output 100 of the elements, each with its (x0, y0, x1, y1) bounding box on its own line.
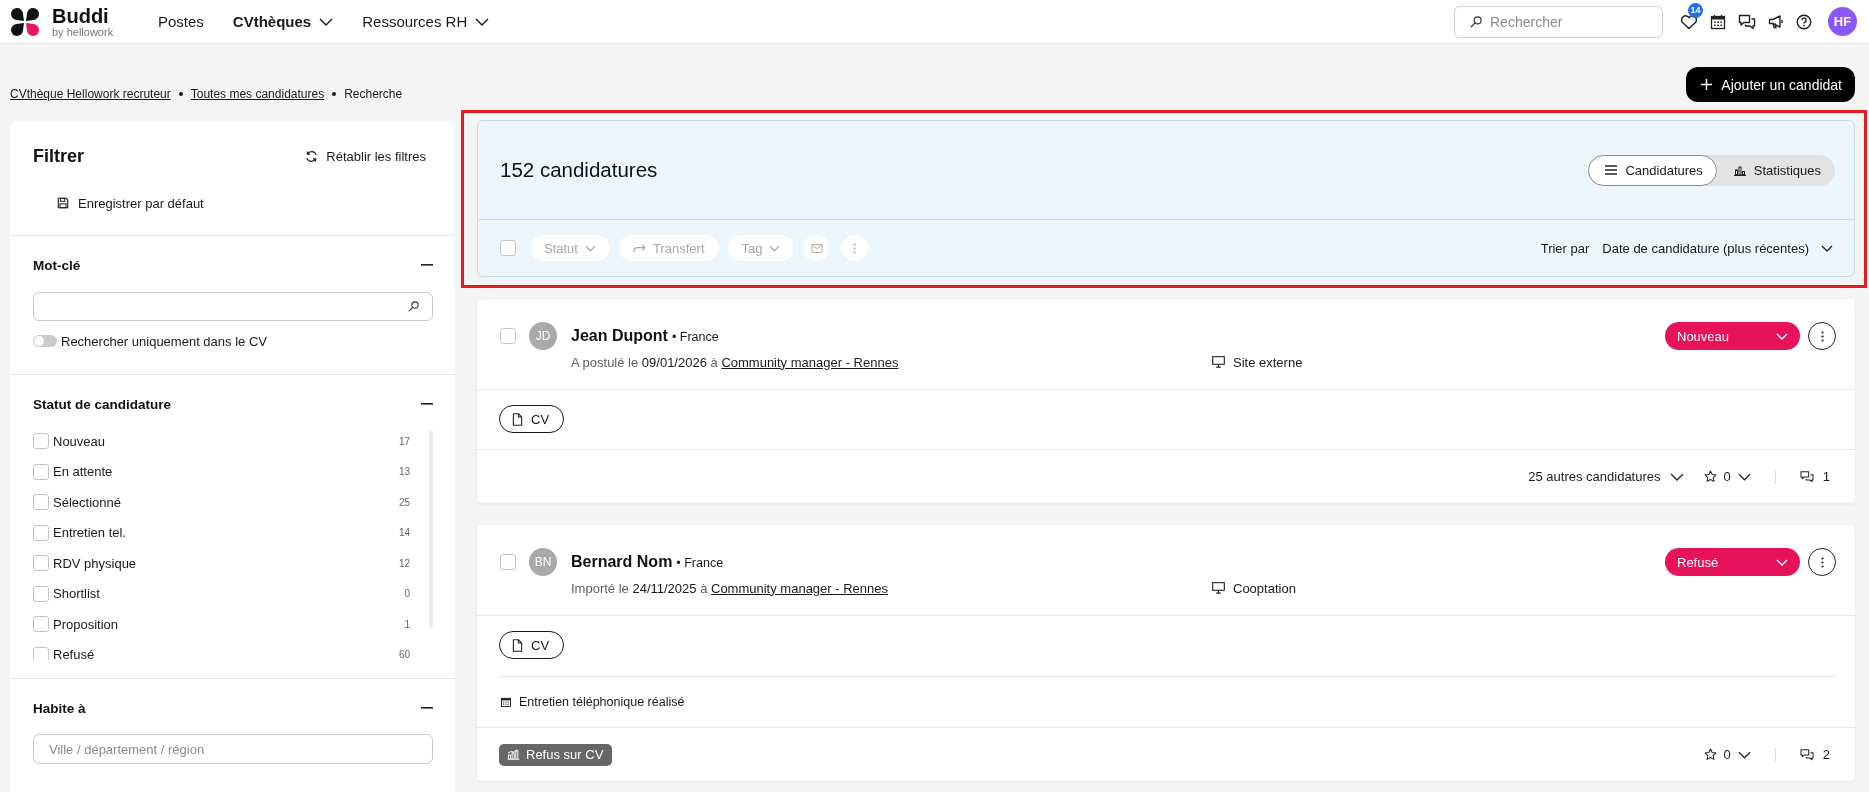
option-label[interactable]: Sélectionné (53, 494, 121, 510)
comments-button[interactable]: 1 (1799, 469, 1830, 484)
toggle-label: Rechercher uniquement dans le CV (61, 333, 267, 349)
checkbox[interactable] (33, 494, 49, 511)
chevron-down-icon (1669, 472, 1684, 481)
checkbox[interactable] (33, 616, 49, 633)
breadcrumb-link[interactable]: CVthèque Hellowork recruteur (10, 87, 171, 101)
option-label[interactable]: Refusé (53, 647, 95, 660)
comments-button[interactable]: 2 (1799, 747, 1830, 762)
monitor-icon (1212, 356, 1225, 368)
heart-icon[interactable] (1680, 13, 1698, 30)
minus-icon[interactable] (421, 403, 433, 405)
option-count: 13 (398, 466, 410, 478)
option-label[interactable]: Nouveau (53, 433, 106, 449)
option-count: 1 (404, 618, 410, 630)
view-tab[interactable]: Statistiques (1716, 154, 1835, 186)
filter-title: Filtrer (33, 145, 84, 167)
mail-icon (810, 243, 823, 253)
document-button[interactable]: CV (499, 405, 565, 433)
minus-icon[interactable] (421, 264, 433, 266)
help-icon[interactable] (1796, 13, 1812, 30)
chat-icon[interactable] (1738, 13, 1756, 30)
keyword-search-field[interactable] (33, 292, 433, 321)
star-icon (1703, 470, 1717, 483)
nav-menu-item[interactable]: CVthèques (232, 13, 334, 30)
chevron-down-icon (1776, 332, 1788, 340)
user-avatar[interactable]: HF (1828, 7, 1857, 36)
toggle-switch[interactable] (33, 335, 57, 347)
separator-dot-icon (332, 92, 337, 96)
chart-icon (507, 749, 520, 760)
chevron-down-icon (1776, 558, 1788, 566)
checkbox[interactable] (500, 328, 516, 344)
chevron-down-icon (1821, 244, 1833, 252)
candidate-avatar: JD (529, 322, 557, 350)
checkbox[interactable] (33, 555, 49, 572)
breadcrumb-current: Recherche (344, 87, 403, 101)
logo-wordmark: Buddi (52, 5, 110, 26)
select-all-checkbox[interactable] (500, 240, 516, 256)
nav-menu-item[interactable]: Postes (158, 13, 204, 30)
checkbox[interactable] (500, 554, 516, 570)
candidate-location: • France (671, 330, 719, 344)
section-title: Mot-clé (33, 257, 81, 273)
option-label[interactable]: Entretien tel. (53, 525, 126, 541)
option-count: 12 (398, 557, 410, 569)
star-icon (1703, 748, 1717, 761)
candidate-name[interactable]: Jean Dupont (571, 327, 668, 345)
chevron-down-icon (1737, 472, 1751, 481)
checkbox[interactable] (33, 646, 49, 660)
status-dropdown[interactable]: Refusé (1665, 548, 1800, 576)
document-icon (512, 638, 523, 652)
option-count: 17 (398, 435, 410, 447)
results-count: 152 candidatures (500, 158, 658, 182)
document-button[interactable]: CV (499, 631, 565, 659)
checkbox[interactable] (33, 585, 49, 602)
checkbox[interactable] (33, 433, 49, 450)
search-field[interactable]: Rechercher (1454, 5, 1663, 38)
source-label: Site externe (1233, 354, 1303, 370)
breadcrumb-link[interactable]: Toutes mes candidatures (190, 87, 325, 101)
chat-icon (1799, 470, 1814, 483)
tag-text: Refus sur CV (526, 747, 604, 762)
logo-icon[interactable] (10, 6, 40, 37)
more-vertical-icon (853, 242, 857, 254)
view-tab[interactable]: Candidatures (1588, 154, 1717, 186)
job-link[interactable]: Community manager - Rennes (721, 354, 899, 370)
arrow-right-icon (632, 243, 646, 253)
megaphone-icon[interactable] (1768, 13, 1784, 30)
sort-dropdown[interactable]: Date de candidature (plus récentes) (1602, 240, 1833, 256)
nav-menu-item[interactable]: Ressources RH (362, 13, 490, 30)
chevron-down-icon (1737, 750, 1751, 759)
reset-filters-button[interactable]: Rétablir les filtres (305, 148, 426, 164)
rating-dropdown[interactable]: 0 (1703, 747, 1751, 762)
other-applications-toggle[interactable]: 25 autres candidatures (1528, 469, 1684, 484)
candidate-name[interactable]: Bernard Nom (571, 553, 673, 571)
option-label[interactable]: En attente (53, 464, 113, 480)
save-default-button[interactable]: Enregistrer par défaut (57, 194, 204, 212)
chevron-down-icon (769, 244, 781, 252)
calendar-icon (501, 697, 511, 707)
add-candidate-button[interactable]: Ajouter un candidat (1686, 67, 1855, 102)
source-label: Cooptation (1233, 580, 1296, 596)
option-count: 0 (404, 588, 410, 600)
chat-icon (1799, 748, 1814, 761)
option-label[interactable]: Shortlist (53, 586, 100, 602)
list-icon (1605, 165, 1618, 175)
rating-dropdown[interactable]: 0 (1703, 469, 1751, 484)
document-icon (512, 412, 523, 426)
more-vertical-icon (1820, 330, 1824, 342)
job-link[interactable]: Community manager - Rennes (711, 580, 889, 596)
checkbox[interactable] (33, 463, 49, 480)
status-dropdown[interactable]: Nouveau (1665, 322, 1800, 350)
checkbox[interactable] (33, 524, 49, 541)
option-label[interactable]: Proposition (53, 616, 119, 632)
minus-icon[interactable] (421, 707, 433, 709)
more-vertical-icon (1820, 556, 1824, 568)
search-icon (408, 301, 419, 312)
location-field[interactable]: Ville / département / région (33, 734, 433, 764)
option-count: 60 (398, 649, 410, 660)
application-info: A postulé le 09/01/2026 à Community manager - Rennes (571, 354, 900, 370)
option-label[interactable]: RDV physique (53, 555, 137, 571)
calendar-icon[interactable] (1710, 13, 1726, 30)
search-icon (1470, 15, 1482, 28)
